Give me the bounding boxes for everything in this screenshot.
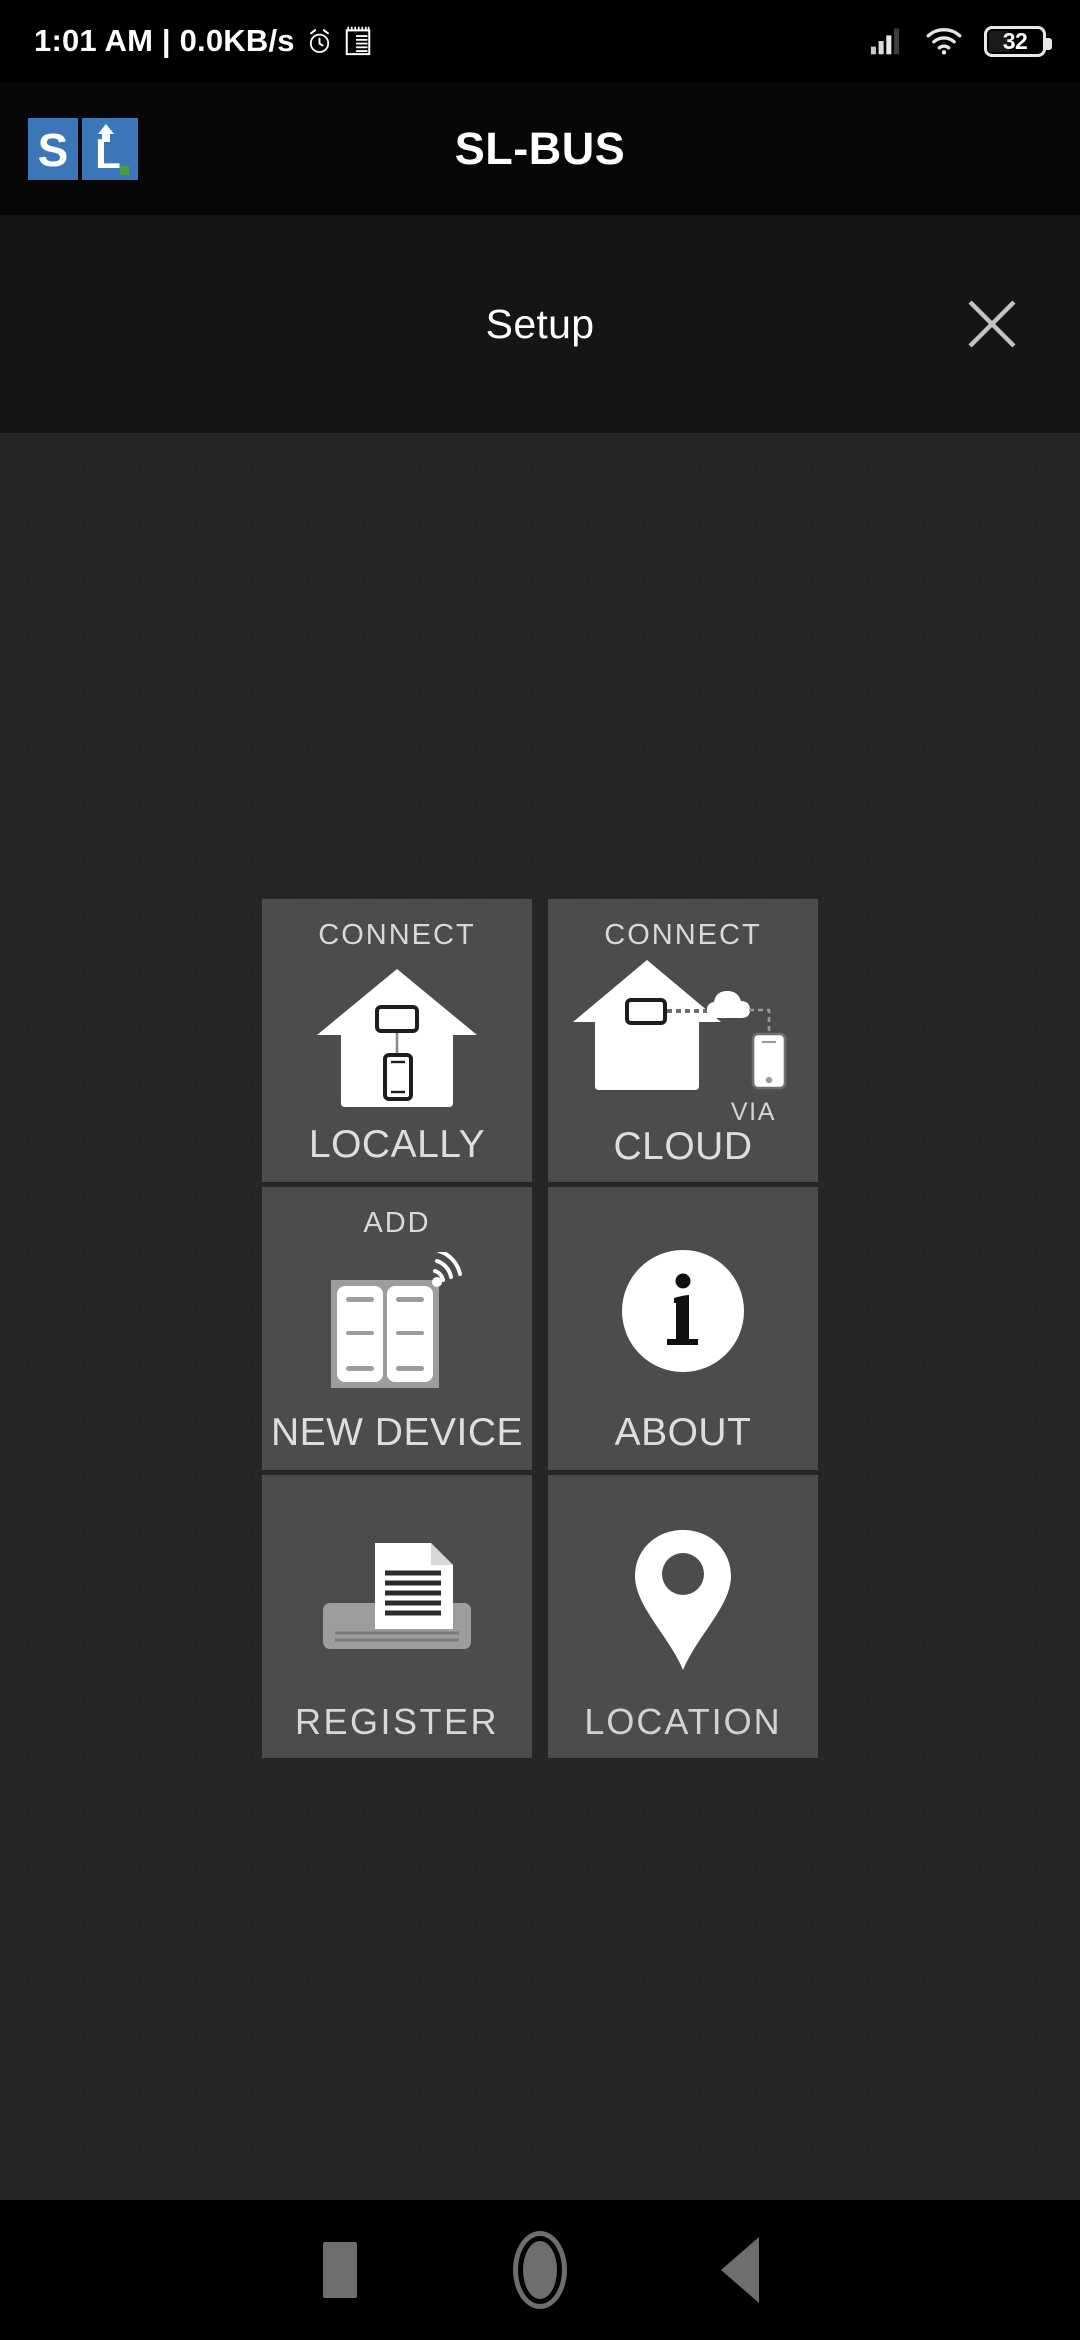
recents-button[interactable]: [240, 2200, 440, 2340]
alarm-clock-icon: [309, 28, 329, 53]
home-circle-inner: [523, 2241, 557, 2299]
tile-about[interactable]: ABOUT: [548, 1187, 818, 1470]
house-local-connect-icon: [262, 950, 532, 1125]
home-button[interactable]: [440, 2200, 640, 2340]
setup-header: Setup: [0, 215, 1080, 433]
tile-main-label: LOCATION: [584, 1701, 782, 1742]
info-circle-icon: [548, 1209, 818, 1413]
wifi-icon: [926, 28, 962, 55]
tile-main-label: NEW DEVICE: [270, 1411, 524, 1454]
close-button[interactable]: [956, 288, 1028, 360]
house-cloud-connect-icon: [548, 950, 818, 1100]
setup-grid: CONNECT LOCALLY CONNECT VIA CLOUD ADD NE…: [262, 899, 818, 1758]
tile-connect-locally[interactable]: CONNECT LOCALLY: [262, 899, 532, 1182]
sl-bus-logo[interactable]: S L: [28, 117, 138, 180]
notepad-icon: [345, 26, 370, 56]
tile-top-label: CONNECT: [604, 919, 762, 951]
setup-content: CONNECT LOCALLY CONNECT VIA CLOUD ADD NE…: [0, 433, 1080, 2200]
tile-top-label: ADD: [363, 1207, 431, 1239]
home-circle-icon: [513, 2231, 567, 2309]
tile-register[interactable]: REGISTER: [262, 1475, 532, 1758]
tile-main-label: REGISTER: [294, 1701, 500, 1742]
phone-screen: 1:01 AM | 0.0KB/s 32 S L SL-BUS Setup CO…: [0, 0, 1080, 2340]
status-bar-right: 32: [870, 25, 1052, 57]
tile-main-label: CLOUD: [613, 1125, 753, 1168]
android-navigation-bar: [0, 2200, 1080, 2340]
tile-main-label: LOCALLY: [308, 1123, 486, 1166]
tile-caption-cloud: VIA CLOUD: [548, 1098, 818, 1182]
tile-main-label: ABOUT: [614, 1411, 752, 1454]
tile-location[interactable]: LOCATION: [548, 1475, 818, 1758]
status-bar: 1:01 AM | 0.0KB/s 32: [0, 0, 1080, 82]
status-bar-left: 1:01 AM | 0.0KB/s: [34, 23, 372, 59]
document-tray-icon: [262, 1497, 532, 1704]
svg-text:S: S: [38, 124, 69, 176]
setup-title: Setup: [485, 300, 595, 347]
tile-connect-via-cloud[interactable]: CONNECT VIA CLOUD: [548, 899, 818, 1182]
map-pin-icon: [548, 1497, 818, 1704]
back-button[interactable]: [640, 2200, 840, 2340]
app-bar: S L SL-BUS: [0, 82, 1080, 215]
status-time-and-network-speed: 1:01 AM | 0.0KB/s: [34, 23, 295, 58]
battery-level-text: 32: [1002, 27, 1028, 54]
back-triangle-icon: [721, 2237, 759, 2303]
tile-top-label: CONNECT: [318, 919, 476, 951]
app-title: SL-BUS: [454, 122, 626, 174]
close-icon: [968, 300, 1016, 348]
battery-icon: 32: [984, 25, 1052, 57]
tile-add-new-device[interactable]: ADD NEW DEVICE: [262, 1187, 532, 1470]
wall-switch-wireless-icon: [262, 1238, 532, 1413]
cellular-signal-icon: [870, 28, 900, 55]
recents-square-icon: [323, 2242, 357, 2298]
tile-small-label: VIA: [730, 1098, 776, 1126]
